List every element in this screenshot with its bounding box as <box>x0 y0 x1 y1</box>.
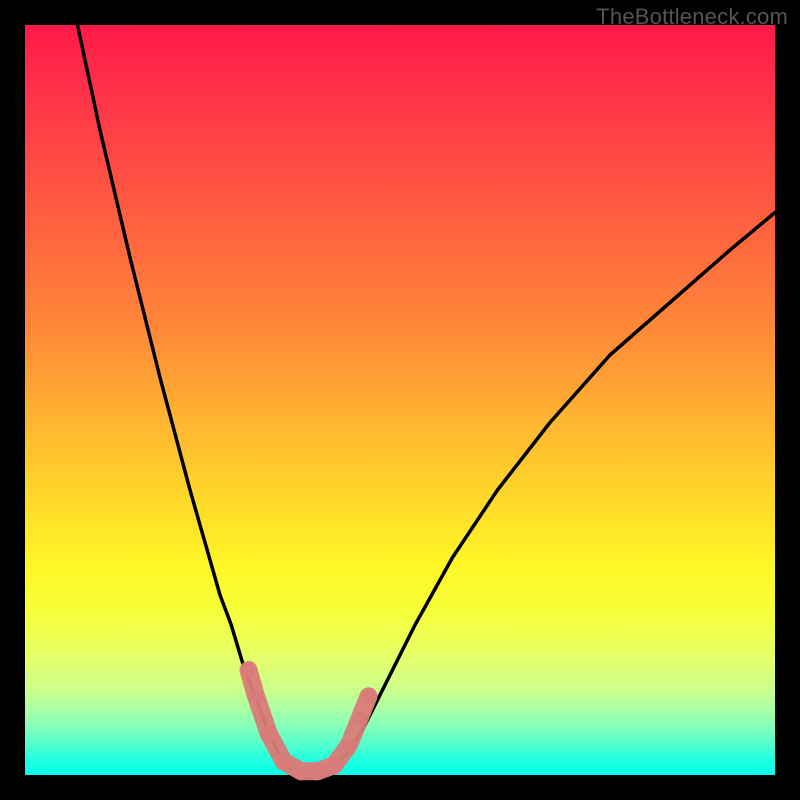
series-left-branch <box>78 25 296 771</box>
marker-dot <box>292 762 310 780</box>
watermark-text: TheBottleneck.com <box>596 4 788 30</box>
series-right-branch <box>325 213 775 772</box>
series-group <box>78 25 776 774</box>
marker-group <box>242 663 376 780</box>
marker-dot <box>260 725 278 743</box>
chart-frame: TheBottleneck.com <box>0 0 800 800</box>
marker-dot <box>309 762 327 780</box>
marker-dot <box>353 712 367 726</box>
marker-dot <box>275 753 293 771</box>
marker-band <box>249 670 369 771</box>
chart-svg <box>25 25 775 775</box>
marker-dot <box>362 689 376 703</box>
marker-dot <box>325 756 343 774</box>
marker-dot <box>249 689 263 703</box>
marker-dot <box>242 663 256 677</box>
marker-dot <box>342 738 356 752</box>
plot-area <box>25 25 775 775</box>
